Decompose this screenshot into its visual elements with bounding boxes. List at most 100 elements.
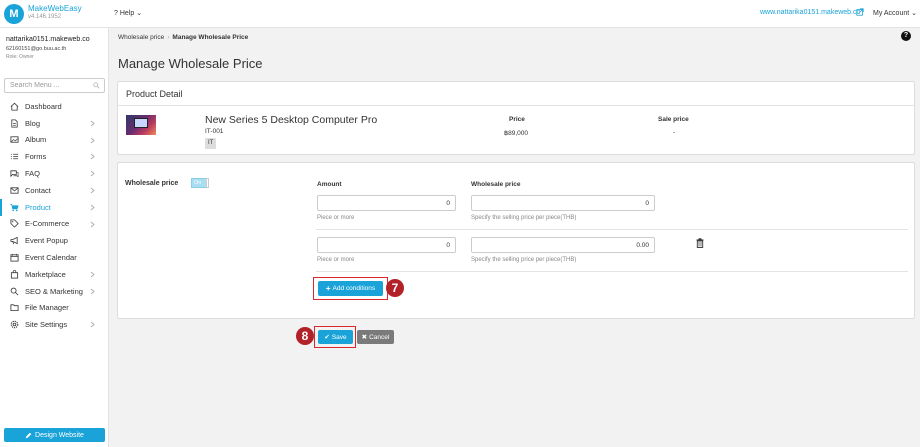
sidebar-item-label: SEO & Marketing xyxy=(25,286,83,296)
sidebar-item-faq[interactable]: FAQ xyxy=(0,165,109,182)
chevron-right-icon xyxy=(90,187,95,194)
sidebar-item-event-popup[interactable]: Event Popup xyxy=(0,232,109,249)
sidebar-item-forms[interactable]: Forms xyxy=(0,148,109,165)
gear-icon xyxy=(10,320,19,329)
toggle-knob xyxy=(206,178,209,188)
wholesale-price-header: Wholesale price xyxy=(471,181,521,188)
sidebar-item-label: Blog xyxy=(25,118,41,128)
list-icon xyxy=(10,154,19,160)
account-menu[interactable]: My Account ⌄ xyxy=(873,9,917,17)
site-url-link[interactable]: www.nattarika0151.makeweb.co xyxy=(760,9,860,16)
sidebar-item-label: FAQ xyxy=(25,169,41,179)
user-role: Role: Owner xyxy=(6,54,34,60)
tag-icon xyxy=(10,219,19,229)
desktop-screen-icon xyxy=(134,118,148,128)
image-icon xyxy=(10,136,19,144)
search-menu-input[interactable] xyxy=(4,78,105,93)
price-hint-1: Specify the selling price per piece(THB) xyxy=(471,215,577,221)
breadcrumb-parent[interactable]: Wholesale price xyxy=(118,34,164,41)
category-badge: IT xyxy=(205,138,217,149)
breadcrumb: Wholesale price › Manage Wholesale Price xyxy=(118,34,248,41)
sidebar-item-contact[interactable]: Contact xyxy=(0,182,109,199)
amount-hint-2: Piece or more xyxy=(317,257,355,263)
wholesale-toggle[interactable]: On xyxy=(191,178,209,188)
chat-icon xyxy=(10,170,19,178)
close-icon: ✖ xyxy=(361,334,368,341)
logo-version: v4.146.1952 xyxy=(28,14,62,20)
amount-input-1[interactable] xyxy=(317,195,456,211)
sidebar-item-label: Product xyxy=(25,202,51,212)
sidebar-item-marketplace[interactable]: Marketplace xyxy=(0,266,109,283)
design-website-label: Design Website xyxy=(35,431,84,439)
logo-mark-icon: M xyxy=(4,4,24,24)
price-value: ฿89,000 xyxy=(504,130,529,137)
logo[interactable]: M MakeWebEasy v4.146.1952 xyxy=(4,3,104,25)
sidebar-item-event-calendar[interactable]: Event Calendar xyxy=(0,249,109,266)
sidebar-menu: Dashboard Blog Album Forms FAQ Contact Product… xyxy=(0,98,109,333)
sidebar-item-site-settings[interactable]: Site Settings xyxy=(0,316,109,333)
user-name: nattarika0151.makeweb.co xyxy=(6,36,90,43)
row-divider xyxy=(316,229,908,230)
sidebar-item-label: Forms xyxy=(25,152,47,162)
user-email: 62160151@go.buu.ac.th xyxy=(6,46,67,52)
megaphone-icon xyxy=(10,236,18,245)
step-badge-8: 8 xyxy=(296,327,314,345)
wholesale-price-label: Wholesale price xyxy=(125,180,179,187)
help-menu[interactable]: ? Help ⌄ xyxy=(114,9,142,17)
chevron-right-icon xyxy=(90,271,95,278)
sidebar-item-seo-marketing[interactable]: SEO & Marketing xyxy=(0,283,109,300)
sidebar-item-label: Site Settings xyxy=(25,320,68,330)
sidebar-item-label: Marketplace xyxy=(25,269,66,279)
sidebar-item-album[interactable]: Album xyxy=(0,132,109,149)
home-icon xyxy=(10,102,19,111)
breadcrumb-separator: › xyxy=(167,34,170,41)
sidebar-item-product[interactable]: Product xyxy=(0,198,109,216)
product-detail-heading: Product Detail xyxy=(118,82,914,106)
sidebar-item-dashboard[interactable]: Dashboard xyxy=(0,98,109,115)
price-hint-2: Specify the selling price per piece(THB) xyxy=(471,257,577,263)
sidebar: nattarika0151.makeweb.co 62160151@go.buu… xyxy=(0,28,109,447)
amount-input-2[interactable] xyxy=(317,237,456,253)
sale-price-value: - xyxy=(673,129,676,136)
envelope-icon xyxy=(10,187,19,194)
sidebar-item-e-commerce[interactable]: E-Commerce xyxy=(0,216,109,233)
sidebar-item-label: Album xyxy=(25,135,47,145)
cart-icon xyxy=(10,203,19,211)
logo-name: MakeWebEasy xyxy=(28,4,82,13)
price-header: Price xyxy=(509,116,525,123)
cancel-button[interactable]: ✖ Cancel xyxy=(357,330,394,344)
calendar-icon xyxy=(10,253,19,262)
design-website-button[interactable]: Design Website xyxy=(4,428,105,442)
pencil-icon xyxy=(25,432,32,438)
chevron-right-icon xyxy=(90,170,95,177)
chevron-right-icon xyxy=(90,120,95,127)
highlight-box-save xyxy=(314,326,356,348)
help-label: Help xyxy=(119,10,135,17)
account-label: My Account xyxy=(873,10,910,17)
external-link-icon[interactable] xyxy=(856,8,864,16)
sidebar-item-blog[interactable]: Blog xyxy=(0,115,109,132)
amount-header: Amount xyxy=(317,181,342,188)
sidebar-item-label: Dashboard xyxy=(25,101,62,111)
trash-icon[interactable] xyxy=(696,238,704,248)
chevron-down-icon: ⌄ xyxy=(136,10,143,17)
wholesale-price-input-1[interactable] xyxy=(471,195,655,211)
sidebar-item-label: Event Calendar xyxy=(25,253,77,263)
amount-hint-1: Piece or more xyxy=(317,215,355,221)
question-icon: ? xyxy=(114,10,118,17)
breadcrumb-current: Manage Wholesale Price xyxy=(172,34,249,41)
page-title: Manage Wholesale Price xyxy=(118,56,263,71)
product-thumbnail xyxy=(126,115,156,135)
sidebar-item-label: File Manager xyxy=(25,303,69,313)
chevron-right-icon xyxy=(90,154,95,160)
sidebar-item-file-manager[interactable]: File Manager xyxy=(0,300,109,317)
wholesale-price-input-2[interactable] xyxy=(471,237,655,253)
bag-icon xyxy=(10,270,19,279)
wholesale-panel: Wholesale price On Amount Wholesale pric… xyxy=(117,162,915,319)
help-circle-icon[interactable]: ? xyxy=(901,31,911,41)
chevron-right-icon xyxy=(90,322,95,328)
product-name: New Series 5 Desktop Computer Pro xyxy=(205,114,378,126)
chevron-down-icon: ⌄ xyxy=(911,10,918,17)
sale-price-header: Sale price xyxy=(658,116,689,123)
search-icon xyxy=(93,82,100,89)
